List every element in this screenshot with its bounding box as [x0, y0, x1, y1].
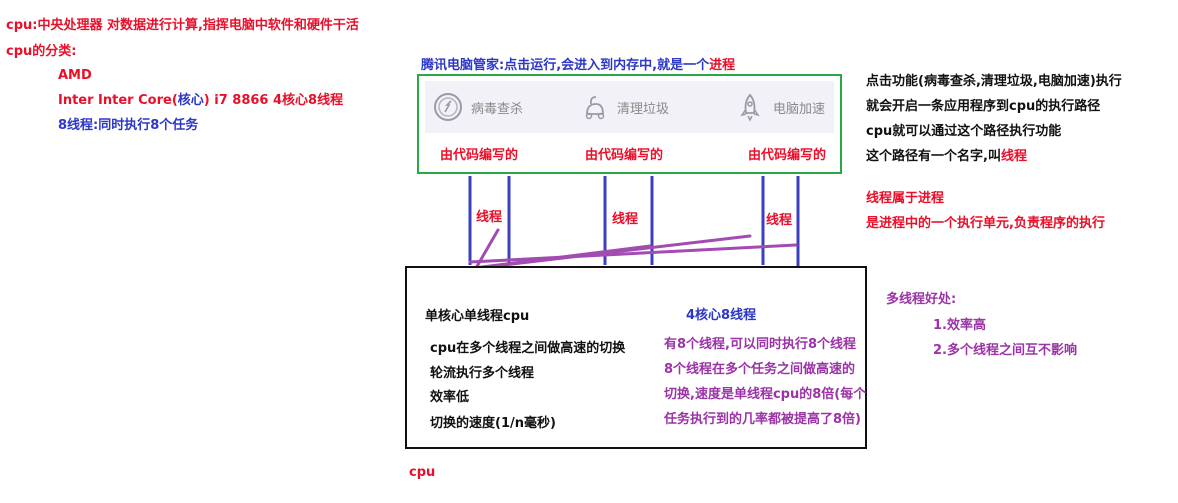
cpu-label: cpu [409, 465, 436, 480]
multi-core-line: 8个线程在多个任务之间做高速的 [664, 362, 856, 377]
right-note-3: cpu就可以通过这个路径执行功能 [866, 124, 1062, 139]
thread-definition: 是进程中的一个执行单元,负责程序的执行 [866, 216, 1105, 231]
thread-label-3: 线程 [766, 213, 793, 228]
single-core-line: 效率低 [430, 390, 470, 405]
multi-core-line: 任务执行到的几率都被提高了8倍) [664, 412, 861, 427]
multi-core-line: 有8个线程,可以同时执行8个线程 [664, 337, 857, 352]
right-note-2: 就会开启一条应用程序到cpu的执行路径 [866, 99, 1101, 114]
benefit-item: 1.效率高 [933, 318, 986, 333]
multi-core-line: 切换,速度是单线程cpu的8倍(每个 [664, 387, 867, 402]
single-core-title: 单核心单线程cpu [425, 309, 530, 324]
thread-label-2: 线程 [612, 212, 639, 227]
right-note-4-text: 这个路径有一个名字,叫 [866, 149, 1001, 164]
single-core-line: 切换的速度(1/n毫秒) [430, 416, 556, 431]
right-note-1: 点击功能(病毒查杀,清理垃圾,电脑加速)执行 [866, 74, 1122, 89]
multi-core-title: 4核心8线程 [686, 308, 757, 323]
single-core-line: cpu在多个线程之间做高速的切换 [430, 341, 626, 356]
thread-label-1: 线程 [476, 210, 503, 225]
switch-path [476, 234, 752, 270]
thread-belongs-process: 线程属于进程 [866, 191, 945, 206]
single-core-line: 轮流执行多个线程 [430, 366, 535, 381]
right-note-4-thread: 线程 [1000, 149, 1027, 164]
benefit-item: 2.多个线程之间互不影响 [933, 343, 1077, 358]
right-note-4: 这个路径有一个名字,叫线程 [866, 149, 1027, 165]
benefits-title: 多线程好处: [886, 292, 957, 307]
